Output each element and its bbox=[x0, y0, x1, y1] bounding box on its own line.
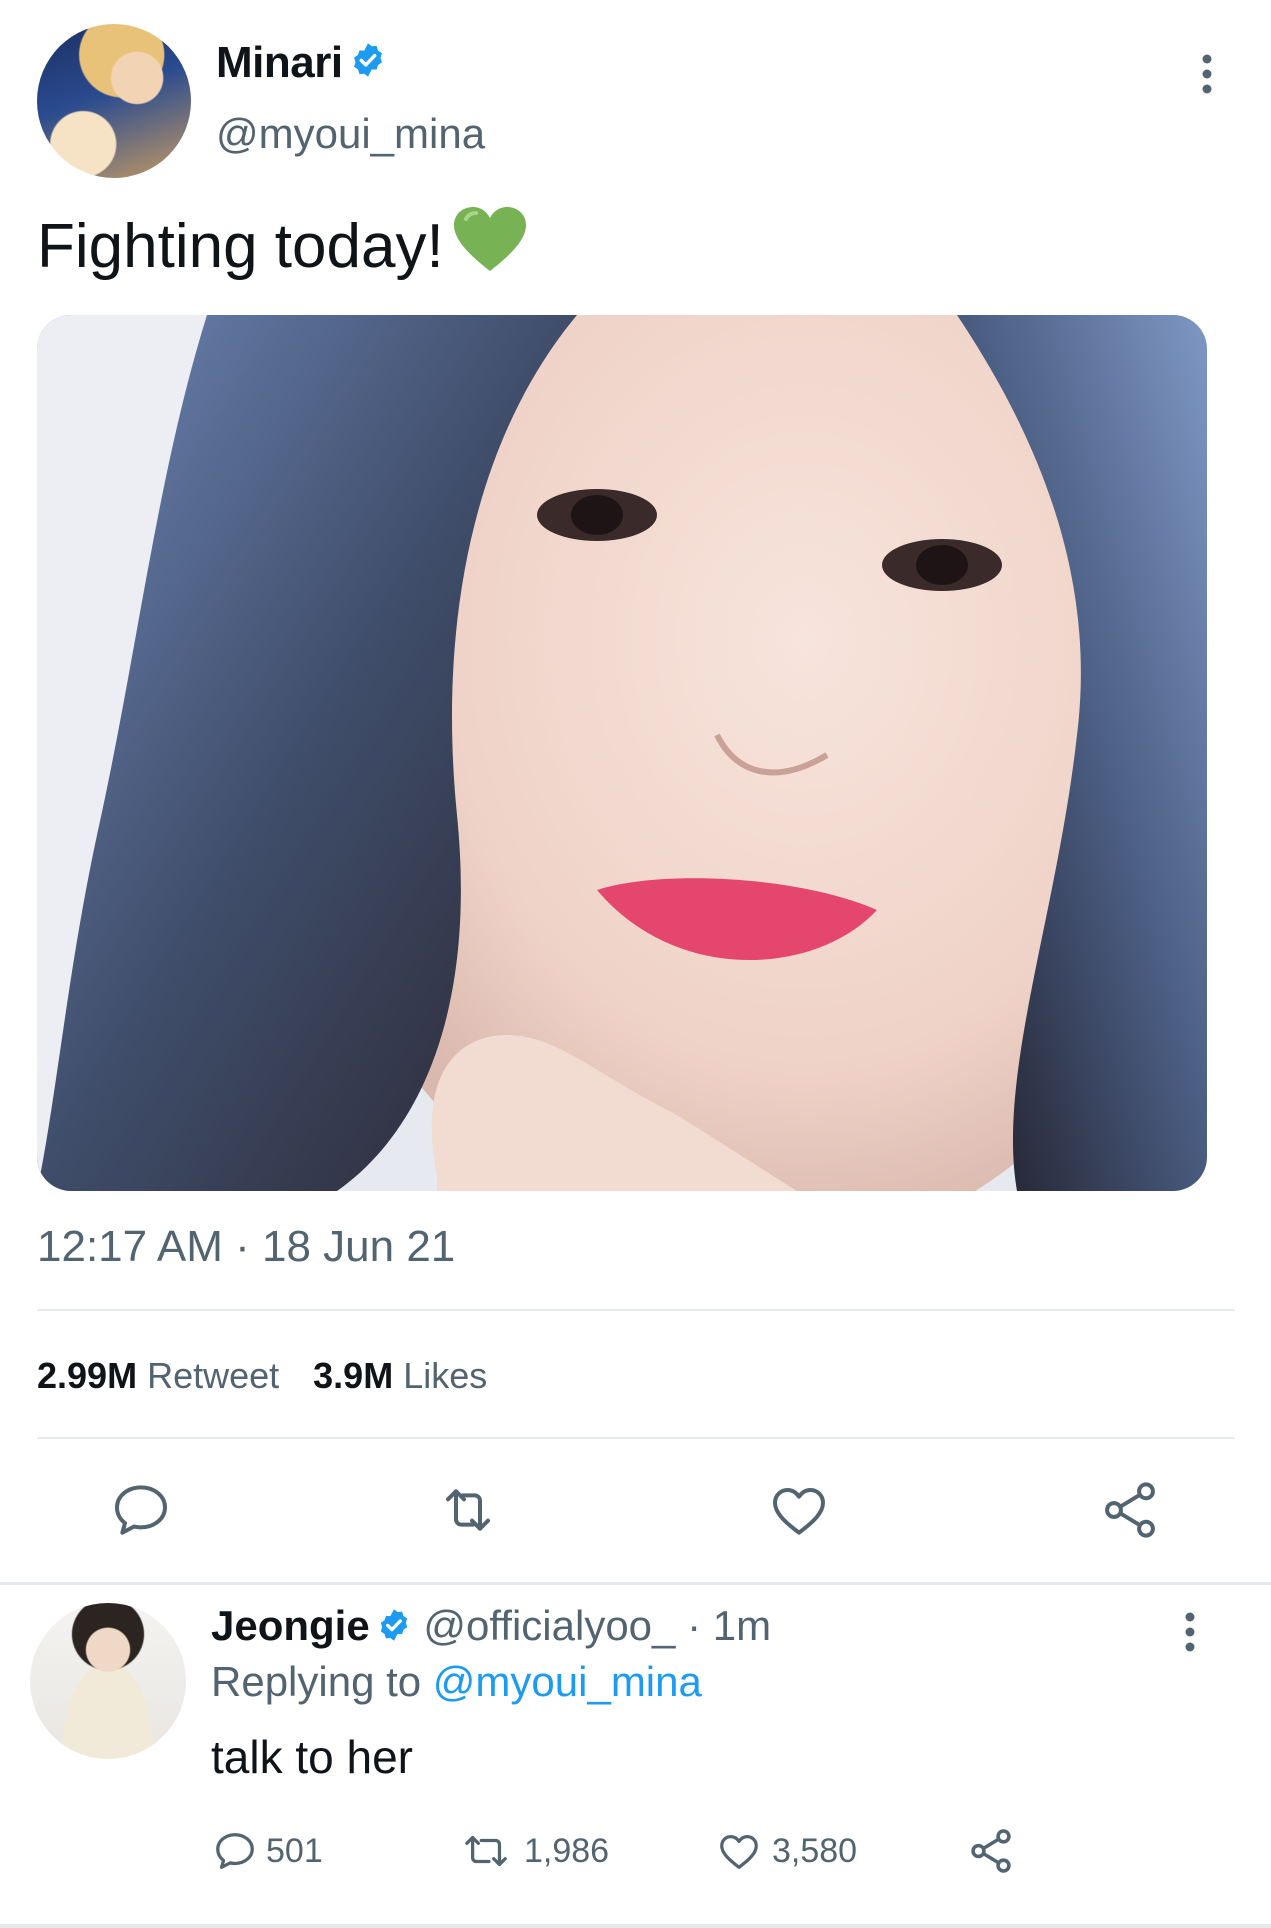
retweet-count: 1,986 bbox=[524, 1831, 610, 1870]
more-options-icon[interactable] bbox=[1192, 52, 1222, 96]
reply-author-handle[interactable]: @officialyoo_ bbox=[423, 1602, 675, 1649]
reply-author-name[interactable]: Jeongie bbox=[211, 1602, 370, 1649]
divider bbox=[37, 1309, 1235, 1311]
bottom-divider bbox=[0, 1924, 1271, 1928]
reply-icon[interactable] bbox=[109, 1478, 173, 1542]
reply-reply-action[interactable]: 501 bbox=[212, 1826, 323, 1876]
reply-like-action[interactable]: 3,580 bbox=[714, 1826, 857, 1876]
share-icon bbox=[971, 1829, 1011, 1873]
replying-to-handle-link[interactable]: @myoui_mina bbox=[433, 1658, 702, 1705]
author-avatar[interactable] bbox=[37, 24, 191, 178]
reply-more-options-icon[interactable] bbox=[1175, 1610, 1205, 1654]
tweet-text: Fighting today! bbox=[37, 205, 528, 288]
reply-header: Jeongie @officialyoo_ · 1m bbox=[211, 1602, 771, 1653]
share-icon[interactable] bbox=[1098, 1478, 1162, 1542]
retweet-stat[interactable]: 2.99M Retweet bbox=[37, 1355, 279, 1396]
like-icon[interactable] bbox=[767, 1478, 831, 1542]
verified-badge-icon bbox=[349, 40, 387, 90]
likes-count: 3.9M bbox=[313, 1355, 394, 1396]
reply-time: · 1m bbox=[687, 1602, 772, 1649]
author-handle[interactable]: @myoui_mina bbox=[216, 110, 485, 158]
retweet-icon bbox=[465, 1835, 507, 1867]
green-heart-icon bbox=[452, 205, 528, 288]
author-display-name: Minari bbox=[216, 38, 343, 87]
author-name[interactable]: Minari bbox=[216, 38, 387, 90]
retweet-count: 2.99M bbox=[37, 1355, 138, 1396]
reply-share-action[interactable] bbox=[966, 1826, 1024, 1876]
divider bbox=[37, 1437, 1235, 1439]
likes-stat[interactable]: 3.9M Likes bbox=[313, 1355, 487, 1396]
retweet-icon[interactable] bbox=[436, 1478, 500, 1542]
tweet-stats: 2.99M Retweet 3.9M Likes bbox=[37, 1355, 487, 1397]
likes-label: Likes bbox=[403, 1355, 488, 1396]
tweet-timestamp[interactable]: 12:17 AM · 18 Jun 21 bbox=[37, 1222, 455, 1272]
tweet-photo[interactable] bbox=[37, 315, 1207, 1191]
tweet-body: Fighting today! bbox=[37, 212, 444, 281]
retweet-label: Retweet bbox=[147, 1355, 280, 1396]
reply-count: 501 bbox=[266, 1831, 323, 1870]
replying-to: Replying to @myoui_mina bbox=[211, 1658, 702, 1706]
replying-to-label: Replying to bbox=[211, 1658, 422, 1705]
section-divider bbox=[0, 1582, 1271, 1585]
like-icon bbox=[720, 1834, 758, 1869]
reply-author-avatar[interactable] bbox=[30, 1603, 186, 1759]
reply-retweet-action[interactable]: 1,986 bbox=[458, 1826, 609, 1876]
reply-text: talk to her bbox=[211, 1731, 413, 1783]
verified-badge-icon bbox=[376, 1605, 412, 1653]
reply-icon bbox=[216, 1833, 254, 1869]
like-count: 3,580 bbox=[772, 1831, 858, 1870]
